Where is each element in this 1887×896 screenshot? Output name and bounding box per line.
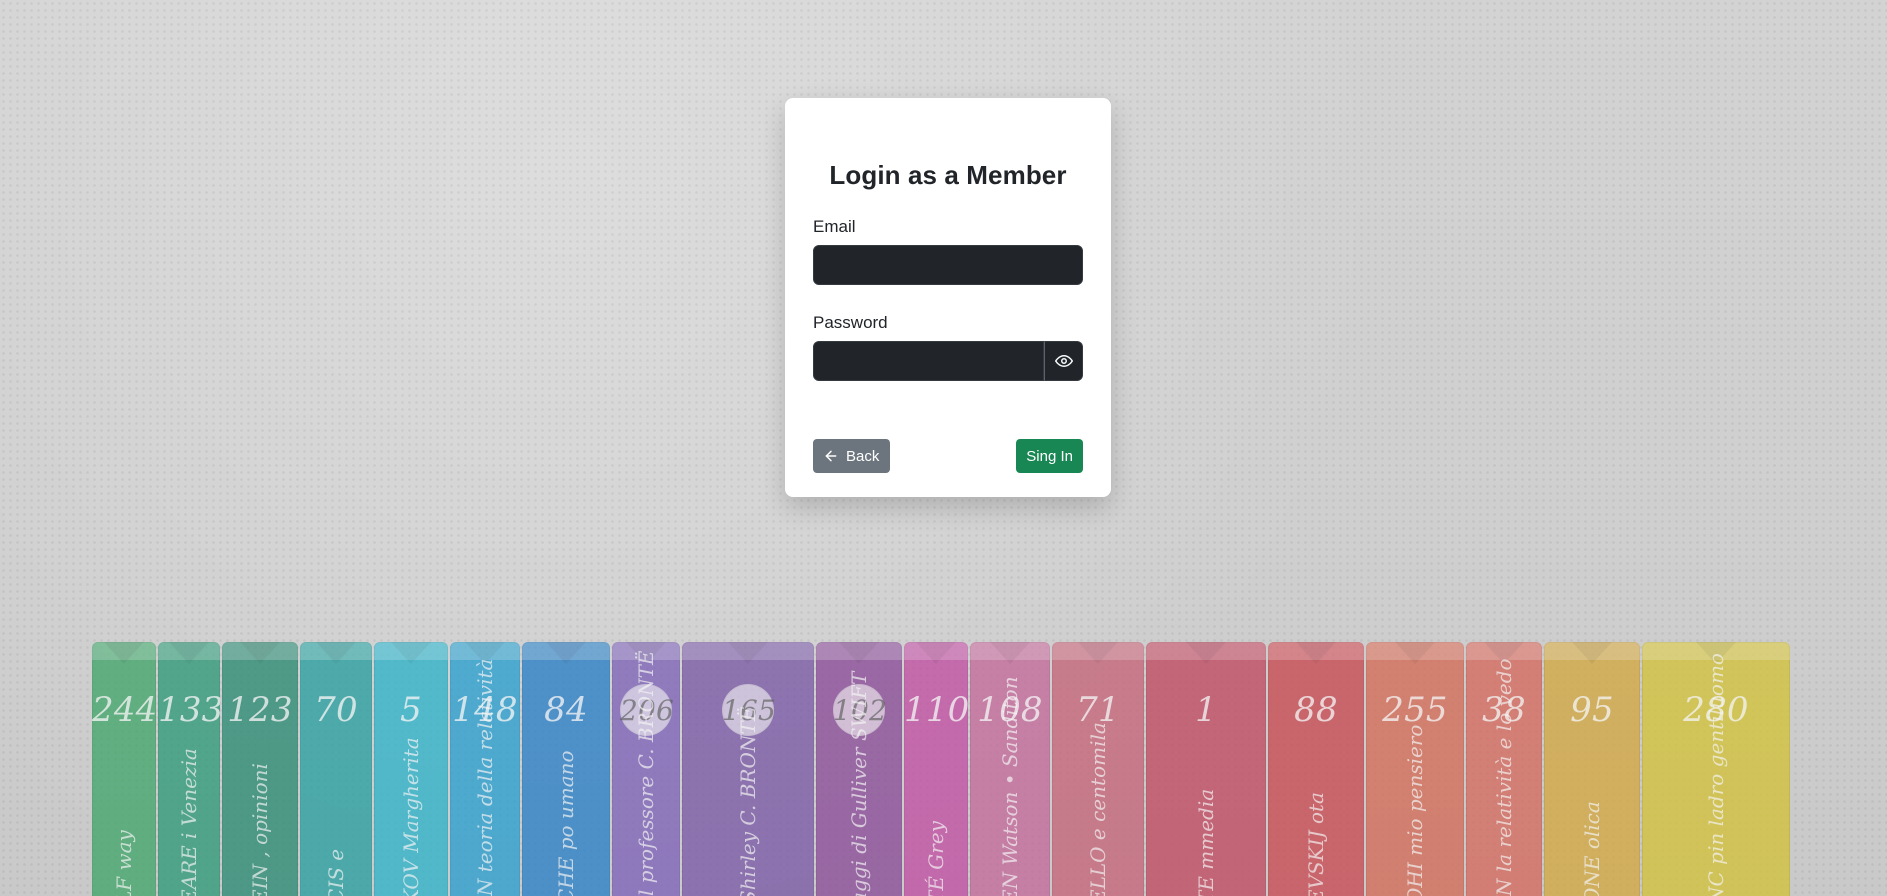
eye-icon xyxy=(1054,352,1073,370)
book: 244 LF way xyxy=(92,642,156,896)
book: 5 KOV Margherita xyxy=(374,642,448,896)
book-spine-text: ONE olica xyxy=(1580,801,1604,896)
login-card: Login as a Member Email Password Back Si… xyxy=(785,98,1111,497)
password-visibility-toggle[interactable] xyxy=(1044,341,1083,381)
book-spine-text: ELLO e centomila xyxy=(1086,722,1110,896)
book: 1 TE mmedia xyxy=(1146,642,1266,896)
book: 95 ONE olica xyxy=(1544,642,1640,896)
book-spine-text: aggi di Gulliver SWIFT xyxy=(847,671,871,896)
book: 165 Shirley C. BRONTË xyxy=(682,642,814,896)
book-spine-text: TE mmedia xyxy=(1194,788,1218,896)
book: 280 NC pin ladro gentiluomo xyxy=(1642,642,1790,896)
book: 84 CHE po umano xyxy=(522,642,610,896)
password-row xyxy=(813,341,1083,381)
form-actions: Back Sing In xyxy=(813,439,1083,473)
book-spine-text: EVSKIJ ota xyxy=(1304,792,1328,896)
book-spine-text: CHE po umano xyxy=(554,750,578,896)
book-spine-text: EARE i Venezia xyxy=(177,748,201,896)
book: 38 IN la relatività e lo vedo xyxy=(1466,642,1542,896)
book-spine-text: Il professore C. BRONTË xyxy=(634,650,658,896)
back-button-label: Back xyxy=(846,447,880,465)
book-spine-text: NC pin ladro gentiluomo xyxy=(1704,653,1728,896)
bookshelf: 244 LF way 133 EARE i Venezia 123 EIN , … xyxy=(92,622,1790,896)
email-label: Email xyxy=(813,217,856,236)
book-spine-text: TÉ Grey xyxy=(924,821,948,896)
book: 102 aggi di Gulliver SWIFT xyxy=(816,642,902,896)
book-spine-text: EN Watson • Sanditon xyxy=(998,676,1022,896)
book: 88 EVSKIJ ota xyxy=(1268,642,1364,896)
book-spine-text: OHI mio pensiero xyxy=(1403,724,1427,896)
sign-in-button-label: Sing In xyxy=(1026,447,1073,465)
book-spine-text: IN teoria della relatività xyxy=(473,658,497,896)
email-field-wrapper xyxy=(813,245,1083,285)
password-field-wrapper xyxy=(813,341,1045,381)
book: 148 IN teoria della relatività xyxy=(450,642,520,896)
email-input[interactable] xyxy=(814,246,1082,284)
book: 255 OHI mio pensiero xyxy=(1366,642,1464,896)
arrow-left-icon xyxy=(823,448,839,464)
password-label: Password xyxy=(813,313,888,332)
book: 71 ELLO e centomila xyxy=(1052,642,1144,896)
page-title: Login as a Member xyxy=(829,160,1067,190)
password-input[interactable] xyxy=(814,342,1044,380)
book-spine-text: KOV Margherita xyxy=(399,737,423,896)
book-spine-text: CIS e xyxy=(324,848,348,896)
book-spine-text: LF way xyxy=(112,830,136,896)
book-spine-text: IN la relatività e lo vedo xyxy=(1492,658,1516,896)
book-spine-text: EIN , opinioni xyxy=(248,763,272,896)
book: 110 TÉ Grey xyxy=(904,642,968,896)
back-button[interactable]: Back xyxy=(813,439,891,473)
book: 108 EN Watson • Sanditon xyxy=(970,642,1050,896)
book: 206 Il professore C. BRONTË xyxy=(612,642,680,896)
book-spine-text: Shirley C. BRONTË xyxy=(736,706,760,896)
sign-in-button[interactable]: Sing In xyxy=(1016,439,1083,473)
book: 70 CIS e xyxy=(300,642,372,896)
book: 123 EIN , opinioni xyxy=(222,642,298,896)
book: 133 EARE i Venezia xyxy=(158,642,220,896)
